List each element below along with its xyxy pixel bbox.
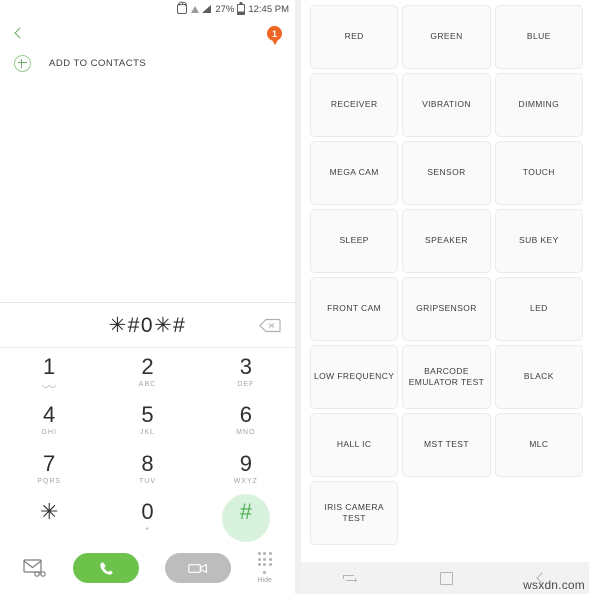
keypad-dot-extra xyxy=(263,570,267,574)
key-letters: MNO xyxy=(236,429,256,437)
test-tile-dimming[interactable]: DIMMING xyxy=(494,73,583,137)
key-digit: ✳ xyxy=(39,499,59,525)
keypad-dots-icon xyxy=(257,552,272,567)
key-1[interactable]: 1 ◡◡ xyxy=(0,348,98,397)
key-6[interactable]: 6 MNO xyxy=(197,397,295,446)
key-hash[interactable]: # xyxy=(197,493,295,543)
key-3[interactable]: 3 DEF xyxy=(197,348,295,397)
status-bar: 27% 12:45 PM xyxy=(0,0,295,18)
key-letters: TUV xyxy=(138,477,156,485)
signal-icon xyxy=(202,5,212,13)
hardware-test-grid: RED GREEN BLUE RECEIVER VIBRATION DIMMIN… xyxy=(301,0,589,562)
app-bar: 1 xyxy=(0,18,295,49)
key-digit: 7 xyxy=(43,450,56,476)
message-icon[interactable] xyxy=(23,558,47,578)
recents-icon[interactable] xyxy=(342,572,357,584)
key-star[interactable]: ✳ xyxy=(0,494,98,543)
test-tile-gripsensor[interactable]: GRIPSENSOR xyxy=(402,277,491,341)
phone-dialer-panel: 27% 12:45 PM 1 ADD TO CONTACTS ✳#0✳# 1 ◡… xyxy=(0,0,295,594)
key-digit: 8 xyxy=(141,450,154,476)
key-letters: DEF xyxy=(237,380,255,388)
test-tile-red[interactable]: RED xyxy=(310,5,399,69)
key-digit: 6 xyxy=(239,402,252,428)
key-digit: 1 xyxy=(43,353,56,379)
key-letters: + xyxy=(144,526,151,534)
test-tile-hall-ic[interactable]: HALL IC xyxy=(310,413,399,477)
dialed-number-row: ✳#0✳# xyxy=(0,303,295,348)
key-letters: GHI xyxy=(41,429,57,437)
hide-label: Hide xyxy=(257,576,272,584)
key-letters: PQRS xyxy=(37,477,62,485)
key-9[interactable]: 9 WXYZ xyxy=(197,445,295,494)
hardware-test-panel: RED GREEN BLUE RECEIVER VIBRATION DIMMIN… xyxy=(295,0,589,594)
status-time: 12:45 PM xyxy=(248,3,289,15)
test-tile-green[interactable]: GREEN xyxy=(402,5,491,69)
key-4[interactable]: 4 GHI xyxy=(0,397,98,446)
back-chevron-icon[interactable] xyxy=(12,26,28,42)
dialed-number[interactable]: ✳#0✳# xyxy=(109,313,187,338)
test-tile-sensor[interactable]: SENSOR xyxy=(402,141,491,205)
key-5[interactable]: 5 JKL xyxy=(98,397,196,446)
notification-badge[interactable]: 1 xyxy=(267,26,282,41)
wifi-icon xyxy=(190,5,199,13)
test-tile-low-frequency[interactable]: LOW FREQUENCY xyxy=(310,345,399,409)
plus-circle-icon xyxy=(14,55,31,72)
screenshot-root: 27% 12:45 PM 1 ADD TO CONTACTS ✳#0✳# 1 ◡… xyxy=(0,0,589,594)
test-tile-sub-key[interactable]: SUB KEY xyxy=(494,209,583,273)
backspace-icon[interactable] xyxy=(259,318,281,333)
test-tile-mst-test[interactable]: MST TEST xyxy=(402,413,491,477)
dialpad: 1 ◡◡ 2 ABC 3 DEF 4 GHI 5 JKL 6 MNO 7 PQR… xyxy=(0,348,295,542)
battery-icon xyxy=(237,3,246,15)
test-tile-iris-camera-test[interactable]: IRIS CAMERA TEST xyxy=(310,481,399,545)
test-tile-led[interactable]: LED xyxy=(494,277,583,341)
test-tile-speaker[interactable]: SPEAKER xyxy=(402,209,491,273)
key-2[interactable]: 2 ABC xyxy=(98,348,196,397)
hide-keypad-button[interactable]: Hide xyxy=(257,552,272,584)
test-tile-mega-cam[interactable]: MEGA CAM xyxy=(310,141,399,205)
battery-percent: 27% xyxy=(215,3,235,15)
android-nav-bar: wsxdn.com xyxy=(301,562,589,594)
test-tile-front-cam[interactable]: FRONT CAM xyxy=(310,277,399,341)
key-digit: 9 xyxy=(239,450,252,476)
test-tile-vibration[interactable]: VIBRATION xyxy=(402,73,491,137)
test-tile-sleep[interactable]: SLEEP xyxy=(310,209,399,273)
key-0[interactable]: 0 + xyxy=(98,494,196,543)
key-digit: 5 xyxy=(141,402,154,428)
test-tile-blue[interactable]: BLUE xyxy=(494,5,583,69)
test-tile-mlc[interactable]: MLC xyxy=(494,413,583,477)
key-digit: 2 xyxy=(141,353,154,379)
test-tile-black[interactable]: BLACK xyxy=(494,345,583,409)
key-letters: JKL xyxy=(139,429,156,437)
call-log-area xyxy=(0,78,295,303)
voicemail-icon: ◡◡ xyxy=(42,380,57,390)
key-letters: ABC xyxy=(138,380,157,388)
key-digit: # xyxy=(239,499,252,525)
dialer-action-bar: Hide xyxy=(0,542,295,594)
key-letters: WXYZ xyxy=(233,477,258,485)
test-tile-touch[interactable]: TOUCH xyxy=(494,141,583,205)
call-button[interactable] xyxy=(73,553,140,583)
add-to-contacts-row[interactable]: ADD TO CONTACTS xyxy=(0,49,295,78)
test-tile-barcode-emulator-test[interactable]: BARCODE EMULATOR TEST xyxy=(402,345,491,409)
key-digit: 0 xyxy=(141,499,154,525)
home-icon[interactable] xyxy=(439,571,453,585)
add-to-contacts-label: ADD TO CONTACTS xyxy=(49,58,147,69)
key-8[interactable]: 8 TUV xyxy=(98,445,196,494)
video-call-button[interactable] xyxy=(165,553,232,583)
alarm-icon xyxy=(177,4,188,14)
key-7[interactable]: 7 PQRS xyxy=(0,445,98,494)
test-tile-receiver[interactable]: RECEIVER xyxy=(310,73,399,137)
watermark: wsxdn.com xyxy=(523,578,585,592)
key-digit: 3 xyxy=(239,353,252,379)
key-digit: 4 xyxy=(43,402,56,428)
